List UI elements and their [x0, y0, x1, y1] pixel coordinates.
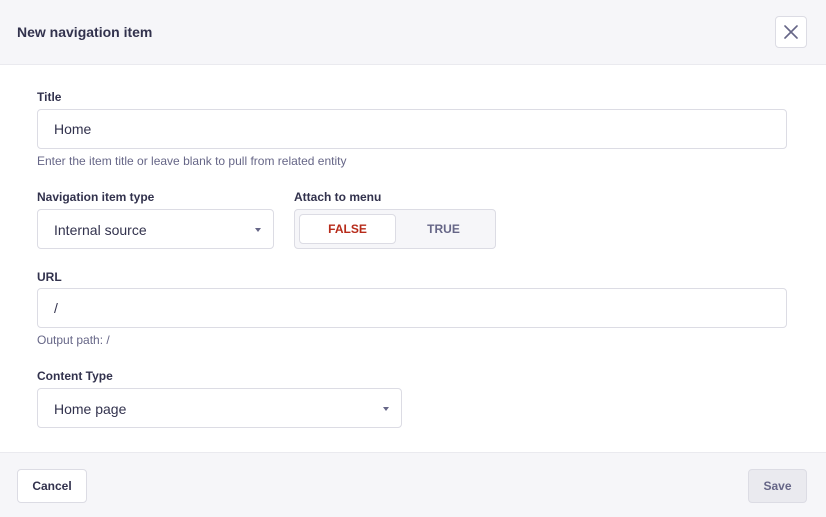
chevron-down-icon — [383, 407, 389, 411]
save-button[interactable]: Save — [748, 469, 807, 503]
title-hint: Enter the item title or leave blank to p… — [37, 154, 347, 168]
title-input[interactable] — [37, 109, 787, 149]
nav-type-select[interactable]: Internal source — [37, 209, 274, 249]
url-input[interactable] — [37, 288, 787, 328]
cancel-button[interactable]: Cancel — [17, 469, 87, 503]
attach-menu-toggle: FALSE TRUE — [294, 209, 496, 249]
modal-header: New navigation item — [0, 0, 826, 65]
url-hint: Output path: / — [37, 333, 110, 347]
modal-footer: Cancel Save — [0, 452, 826, 517]
close-icon — [784, 25, 798, 39]
nav-type-value: Internal source — [54, 222, 147, 238]
attach-menu-label: Attach to menu — [294, 190, 382, 204]
content-type-select[interactable]: Home page — [37, 388, 402, 428]
close-button[interactable] — [775, 16, 807, 48]
chevron-down-icon — [255, 228, 261, 232]
content-type-value: Home page — [54, 401, 127, 417]
nav-type-label: Navigation item type — [37, 190, 155, 204]
title-label: Title — [37, 90, 62, 104]
modal-title: New navigation item — [17, 24, 153, 40]
url-label: URL — [37, 270, 62, 284]
toggle-true-option[interactable]: TRUE — [396, 214, 491, 244]
content-type-label: Content Type — [37, 369, 113, 383]
toggle-false-option[interactable]: FALSE — [299, 214, 396, 244]
